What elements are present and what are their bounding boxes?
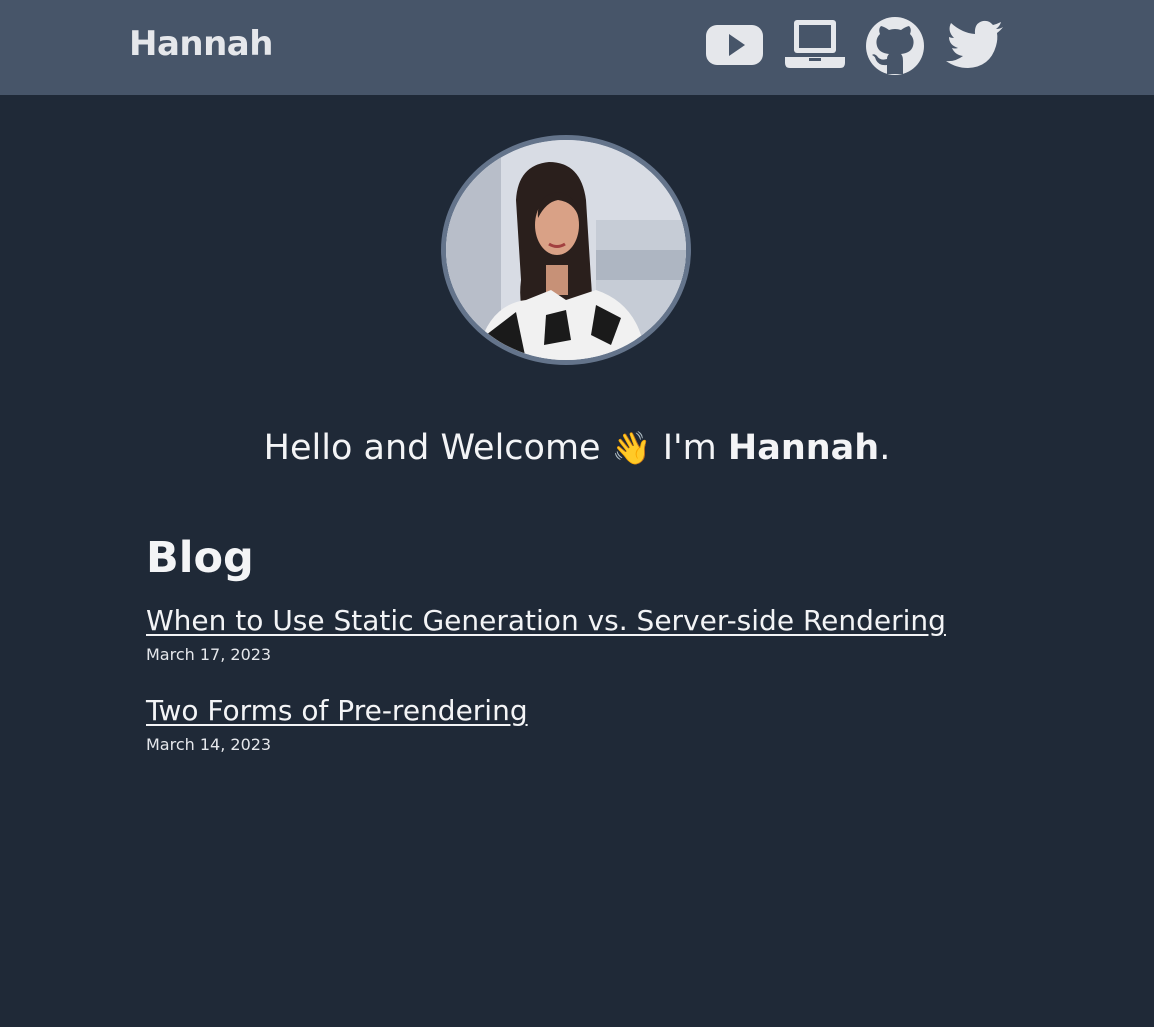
- youtube-icon[interactable]: [705, 16, 765, 76]
- laptop-icon[interactable]: [785, 16, 845, 76]
- greeting-text: Hello and Welcome: [263, 428, 601, 468]
- blog-post-item: Two Forms of Pre-rendering March 14, 202…: [146, 694, 528, 754]
- welcome-message: Hello and Welcome 👋 I'm Hannah.: [0, 428, 1154, 468]
- blog-post-link[interactable]: Two Forms of Pre-rendering: [146, 694, 528, 727]
- blog-post-date: March 14, 2023: [146, 735, 272, 754]
- github-icon[interactable]: [865, 16, 925, 76]
- blog-post-link[interactable]: When to Use Static Generation vs. Server…: [146, 604, 946, 637]
- social-links: [705, 16, 1005, 76]
- brand-link[interactable]: Hannah: [129, 24, 273, 64]
- navbar: Hannah: [0, 0, 1154, 95]
- waving-hand-icon: 👋: [611, 429, 652, 467]
- blog-heading: Blog: [146, 533, 254, 583]
- greeting-punctuation: .: [879, 428, 891, 468]
- author-name: Hannah: [727, 428, 880, 468]
- twitter-icon[interactable]: [945, 16, 1005, 76]
- profile-avatar: [441, 135, 691, 365]
- blog-post-date: March 17, 2023: [146, 645, 272, 664]
- intro-text: I'm: [662, 428, 717, 468]
- blog-post-item: When to Use Static Generation vs. Server…: [146, 604, 946, 664]
